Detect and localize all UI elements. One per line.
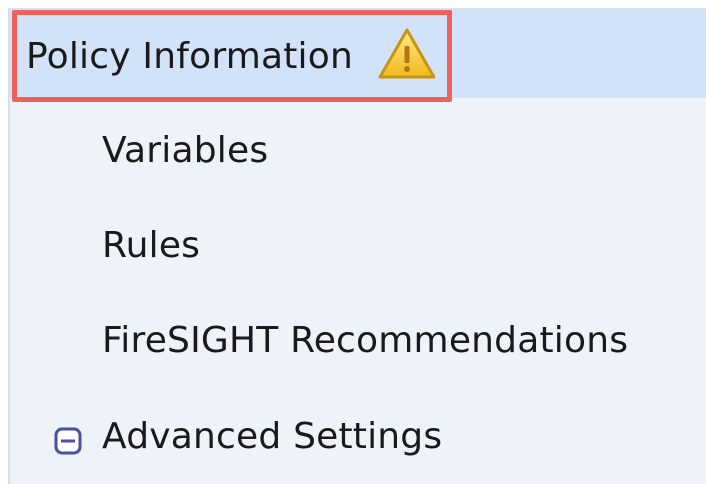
nav-item-advanced-settings[interactable]: Advanced Settings	[102, 416, 442, 457]
nav-item-rules[interactable]: Rules	[102, 225, 200, 266]
collapse-minus-icon[interactable]	[54, 427, 82, 455]
highlight-box	[12, 10, 452, 102]
nav-item-firesight-recommendations[interactable]: FireSIGHT Recommendations	[102, 320, 628, 361]
policy-nav-panel: Policy Information Variables Rules FireS…	[8, 8, 706, 484]
nav-item-variables[interactable]: Variables	[102, 130, 268, 171]
